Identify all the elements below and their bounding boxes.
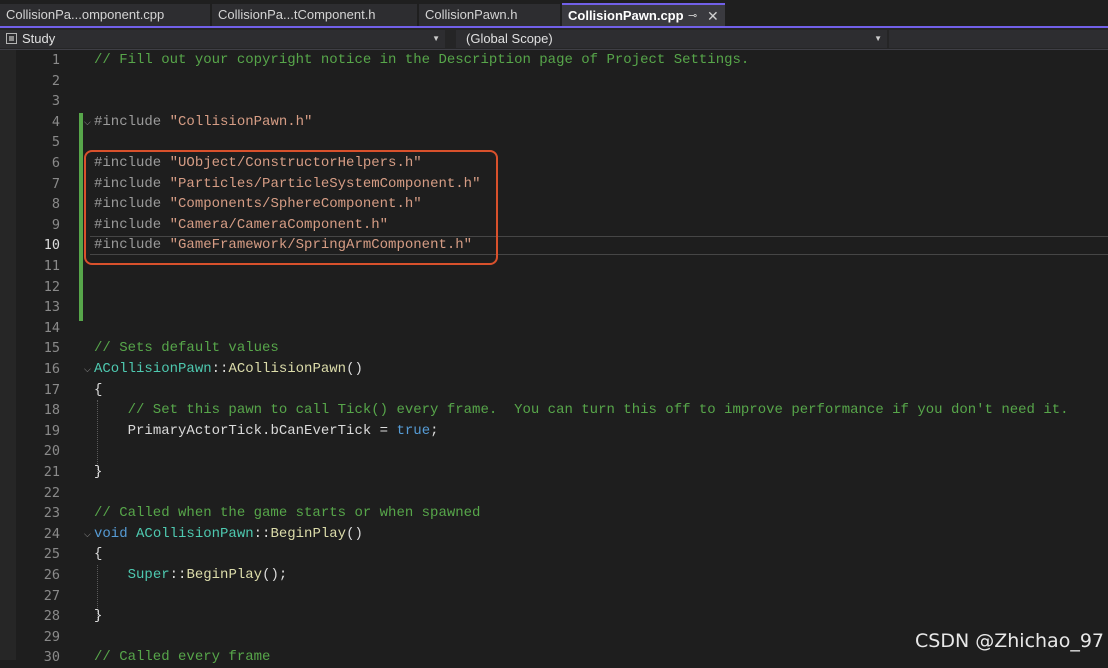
line-number: 9 (51, 216, 60, 233)
chevron-down-icon[interactable]: ▼ (874, 30, 882, 48)
include-highlight-box (84, 150, 498, 265)
code-text: { (94, 546, 103, 563)
chevron-down-icon[interactable]: ▼ (432, 30, 440, 48)
code-text: } (94, 464, 103, 480)
tab-collisionpawn-component-h[interactable]: CollisionPa...tComponent.h (212, 4, 417, 26)
code-text: } (94, 608, 103, 625)
line-number: 16 (43, 361, 60, 377)
tab-collisionpawn-component-cpp[interactable]: CollisionPa...omponent.cpp (0, 4, 210, 26)
code-line: 22 (0, 483, 1108, 504)
line-number: 18 (43, 402, 60, 419)
code-text: #include "CollisionPawn.h" (94, 113, 313, 130)
line-number: 25 (43, 546, 60, 563)
code-line: 24 ⌵ void ACollisionPawn::BeginPlay() (0, 524, 1108, 545)
line-number: 26 (43, 567, 60, 583)
scope-dropdown[interactable]: (Global Scope) ▼ (456, 30, 887, 48)
line-number: 4 (51, 113, 60, 130)
code-editor[interactable]: 1 // Fill out your copyright notice in t… (0, 50, 1108, 665)
tab-label: CollisionPawn.cpp (568, 8, 684, 23)
line-number: 6 (51, 155, 60, 171)
navigation-bar: Study ▼ (Global Scope) ▼ (0, 28, 1108, 50)
code-line: 3 (0, 91, 1108, 112)
code-text: // Sets default values (94, 340, 279, 357)
scope-label: (Global Scope) (466, 31, 553, 46)
line-number: 14 (43, 319, 60, 336)
code-line: 19 PrimaryActorTick.bCanEverTick = true; (0, 421, 1108, 442)
code-text: { (94, 381, 103, 398)
code-line: 26 Super::BeginPlay(); (0, 565, 1108, 586)
close-icon[interactable]: ✕ (707, 5, 719, 26)
line-number: 30 (43, 649, 60, 666)
line-number: 2 (51, 72, 60, 89)
line-number: 7 (51, 175, 60, 192)
project-label: Study (22, 31, 56, 46)
fold-toggle-icon[interactable]: ⌵ (84, 112, 91, 133)
project-icon (6, 33, 17, 44)
document-tab-bar: CollisionPa...omponent.cpp CollisionPa..… (0, 0, 1108, 28)
code-line: 23 // Called when the game starts or whe… (0, 503, 1108, 524)
code-line: 27 (0, 586, 1108, 607)
project-dropdown[interactable]: Study ▼ (0, 30, 445, 48)
line-number: 11 (43, 258, 60, 274)
line-number: 12 (43, 278, 60, 295)
line-number: 23 (43, 505, 60, 522)
code-text: // Fill out your copyright notice in the… (94, 52, 750, 68)
tab-collisionpawn-h[interactable]: CollisionPawn.h (419, 4, 560, 26)
line-number: 10 (43, 237, 60, 254)
code-line: 25 { (0, 544, 1108, 565)
line-number: 27 (43, 587, 60, 604)
line-number: 1 (51, 52, 60, 68)
code-line: 18 // Set this pawn to call Tick() every… (0, 400, 1108, 421)
code-text: PrimaryActorTick.bCanEverTick = true; (127, 422, 439, 439)
tab-collisionpawn-cpp[interactable]: CollisionPawn.cpp ⊸ ✕ (562, 3, 725, 26)
code-line: 20 (0, 441, 1108, 462)
code-line: 12 (0, 277, 1108, 298)
code-text: Super::BeginPlay(); (127, 567, 288, 583)
tab-label: CollisionPawn.h (425, 7, 518, 22)
code-line: 21 } (0, 462, 1108, 483)
fold-toggle-icon[interactable]: ⌵ (84, 359, 91, 380)
code-line: 14 (0, 318, 1108, 339)
line-number: 20 (43, 443, 60, 460)
line-number: 22 (43, 484, 60, 501)
line-number: 24 (43, 525, 60, 542)
code-line: 13 (0, 297, 1108, 318)
code-line: 28 } (0, 606, 1108, 627)
member-dropdown[interactable] (889, 30, 1108, 48)
line-number: 28 (43, 608, 60, 625)
line-number: 29 (43, 628, 60, 645)
watermark: CSDN @Zhichao_97 (915, 630, 1104, 652)
code-text: void ACollisionPawn::BeginPlay() (94, 525, 363, 542)
code-line: 2 (0, 71, 1108, 92)
line-number: 21 (43, 464, 60, 480)
code-text: // Called when the game starts or when s… (94, 505, 481, 522)
tab-label: CollisionPa...omponent.cpp (6, 7, 165, 22)
line-number: 5 (51, 134, 60, 151)
code-line: 17 { (0, 380, 1108, 401)
fold-toggle-icon[interactable]: ⌵ (84, 524, 91, 545)
line-number: 3 (51, 93, 60, 110)
line-number: 8 (51, 196, 60, 213)
code-line: 1 // Fill out your copyright notice in t… (0, 50, 1108, 71)
code-text: ACollisionPawn::ACollisionPawn() (94, 361, 363, 377)
line-number: 13 (43, 299, 60, 316)
code-text: // Called every frame (94, 649, 271, 666)
line-number: 15 (43, 340, 60, 357)
code-line: 16 ⌵ ACollisionPawn::ACollisionPawn() (0, 359, 1108, 380)
code-line: 4 ⌵ #include "CollisionPawn.h" (0, 112, 1108, 133)
code-text: // Set this pawn to call Tick() every fr… (94, 402, 1069, 419)
tab-label: CollisionPa...tComponent.h (218, 7, 376, 22)
line-number: 17 (43, 381, 60, 398)
line-number: 19 (43, 422, 60, 439)
pin-icon[interactable]: ⊸ (688, 5, 697, 26)
code-line: 15 // Sets default values (0, 338, 1108, 359)
